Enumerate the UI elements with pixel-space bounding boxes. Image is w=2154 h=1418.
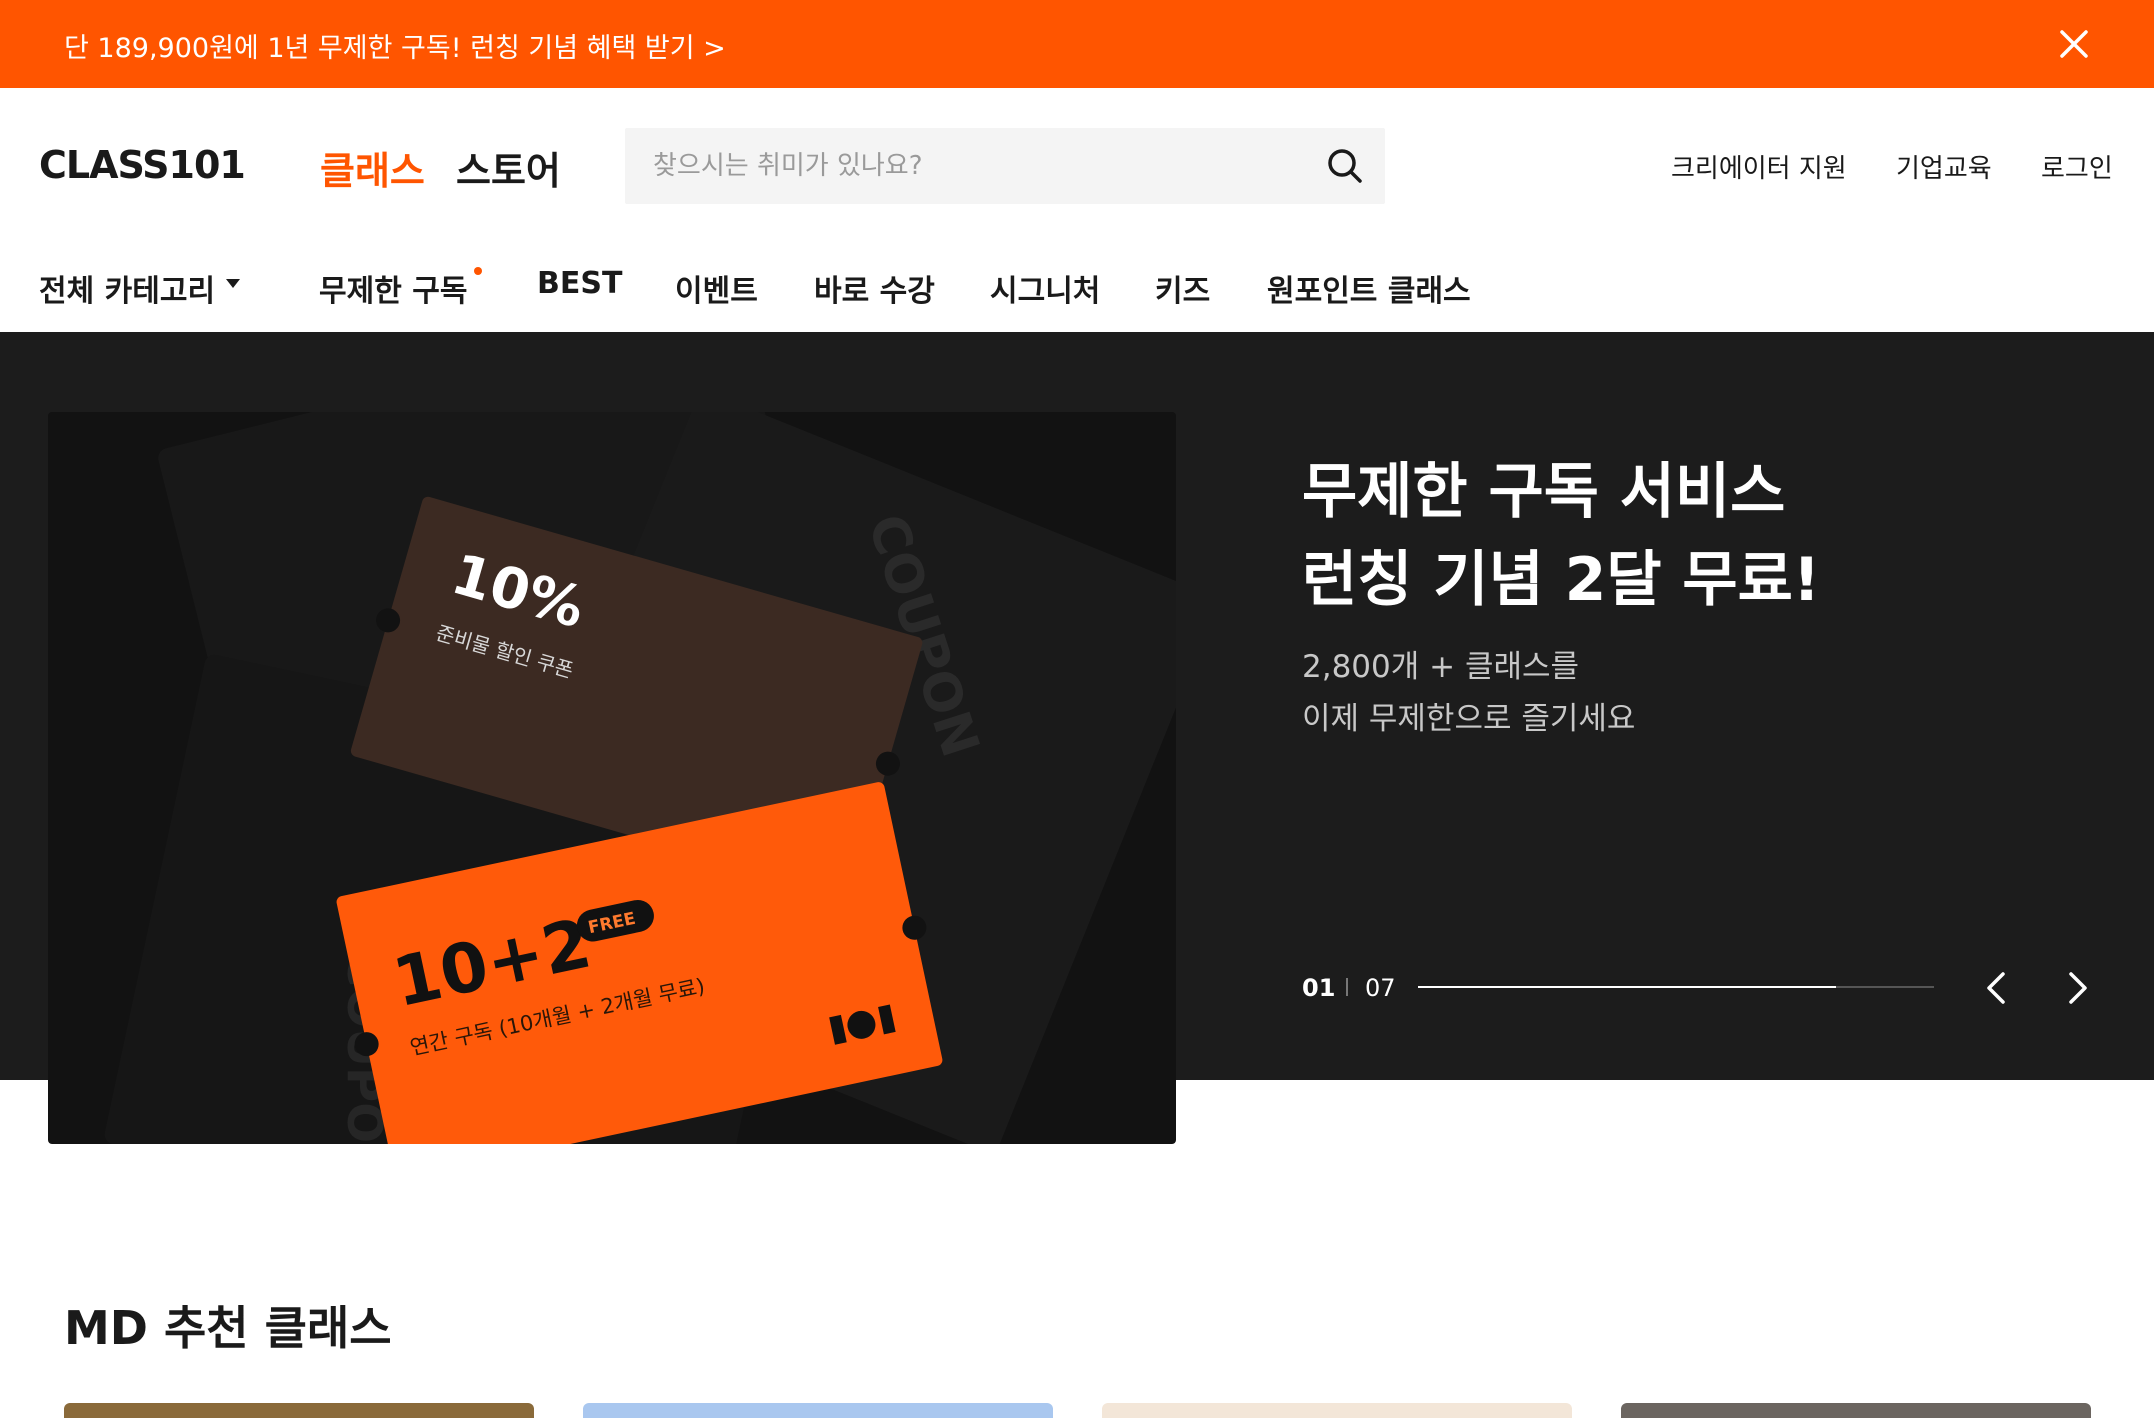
section-title-md-recommend: MD 추천 클래스 xyxy=(64,1301,392,1355)
class-card-thumbnail[interactable] xyxy=(1102,1403,1572,1418)
nav-best[interactable]: BEST xyxy=(537,266,622,301)
nav-event[interactable]: 이벤트 xyxy=(675,266,758,310)
class-card-thumbnail[interactable] xyxy=(583,1403,1053,1418)
slide-current: 01 xyxy=(1302,974,1336,1002)
hero-title-line: 런칭 기념 2달 무료! xyxy=(1302,545,1821,615)
hero-title-line: 무제한 구독 서비스 xyxy=(1302,457,1786,527)
close-icon[interactable] xyxy=(2056,22,2092,66)
nav-unlimited-subscription[interactable]: 무제한 구독 xyxy=(319,266,467,310)
nav-instant-class[interactable]: 바로 수강 xyxy=(814,266,935,310)
hero-subtitle-line: 2,800개 + 클래스를 xyxy=(1302,649,1580,685)
search-input[interactable] xyxy=(653,128,1293,204)
hero-subtitle-line: 이제 무제한으로 즐기세요 xyxy=(1302,701,1636,737)
promo-text[interactable]: 단 189,900원에 1년 무제한 구독! 런칭 기념 혜택 받기 > xyxy=(64,26,726,65)
nav-signature[interactable]: 시그니처 xyxy=(990,266,1100,310)
caret-down-icon[interactable] xyxy=(226,279,240,288)
search-bar xyxy=(625,128,1385,204)
new-badge-dot xyxy=(474,267,482,275)
slide-separator xyxy=(1346,978,1348,996)
creator-support-link[interactable]: 크리에이터 지원 xyxy=(1671,148,1847,185)
search-icon[interactable] xyxy=(1323,144,1367,188)
tab-store[interactable]: 스토어 xyxy=(456,140,561,195)
class-card-thumbnail[interactable] xyxy=(64,1403,534,1418)
corporate-education-link[interactable]: 기업교육 xyxy=(1896,148,1992,185)
class101-logo[interactable]: CLASS101 xyxy=(39,143,246,187)
tab-class[interactable]: 클래스 xyxy=(320,140,425,195)
slide-progress-fill xyxy=(1418,986,1836,988)
chevron-right-icon[interactable] xyxy=(2055,964,2099,1012)
hero-image[interactable]: COUPON COUPON COUPON 10% 준비물 할인 쿠폰 10+2 … xyxy=(48,412,1176,1144)
nav-all-categories[interactable]: 전체 카테고리 xyxy=(39,266,215,310)
login-link[interactable]: 로그인 xyxy=(2041,148,2113,185)
nav-one-point-class[interactable]: 원포인트 클래스 xyxy=(1267,266,1471,310)
slide-progress[interactable] xyxy=(1418,986,1934,988)
chevron-left-icon[interactable] xyxy=(1975,964,2019,1012)
hero-subtitle: 2,800개 + 클래스를 이제 무제한으로 즐기세요 xyxy=(1302,641,1635,745)
coupon-illustration: COUPON COUPON COUPON 10% 준비물 할인 쿠폰 10+2 … xyxy=(104,412,1176,1144)
slide-total: 07 xyxy=(1365,974,1396,1002)
class-card-thumbnail[interactable] xyxy=(1621,1403,2091,1418)
hero-title: 무제한 구독 서비스 런칭 기념 2달 무료! xyxy=(1302,448,1820,624)
promo-banner[interactable]: 단 189,900원에 1년 무제한 구독! 런칭 기념 혜택 받기 > xyxy=(0,0,2154,88)
nav-kids[interactable]: 키즈 xyxy=(1155,266,1210,310)
